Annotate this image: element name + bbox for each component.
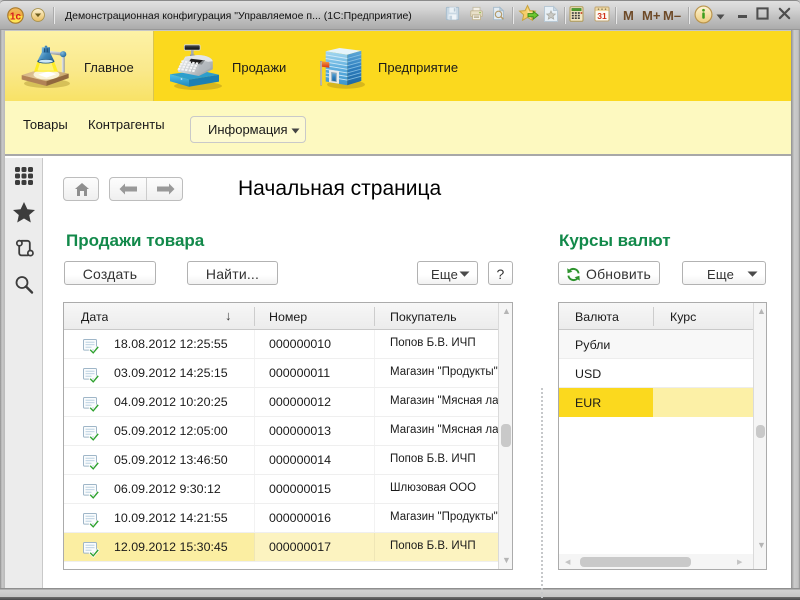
svg-text:31: 31	[597, 11, 607, 21]
svg-text:1c: 1c	[10, 11, 22, 22]
